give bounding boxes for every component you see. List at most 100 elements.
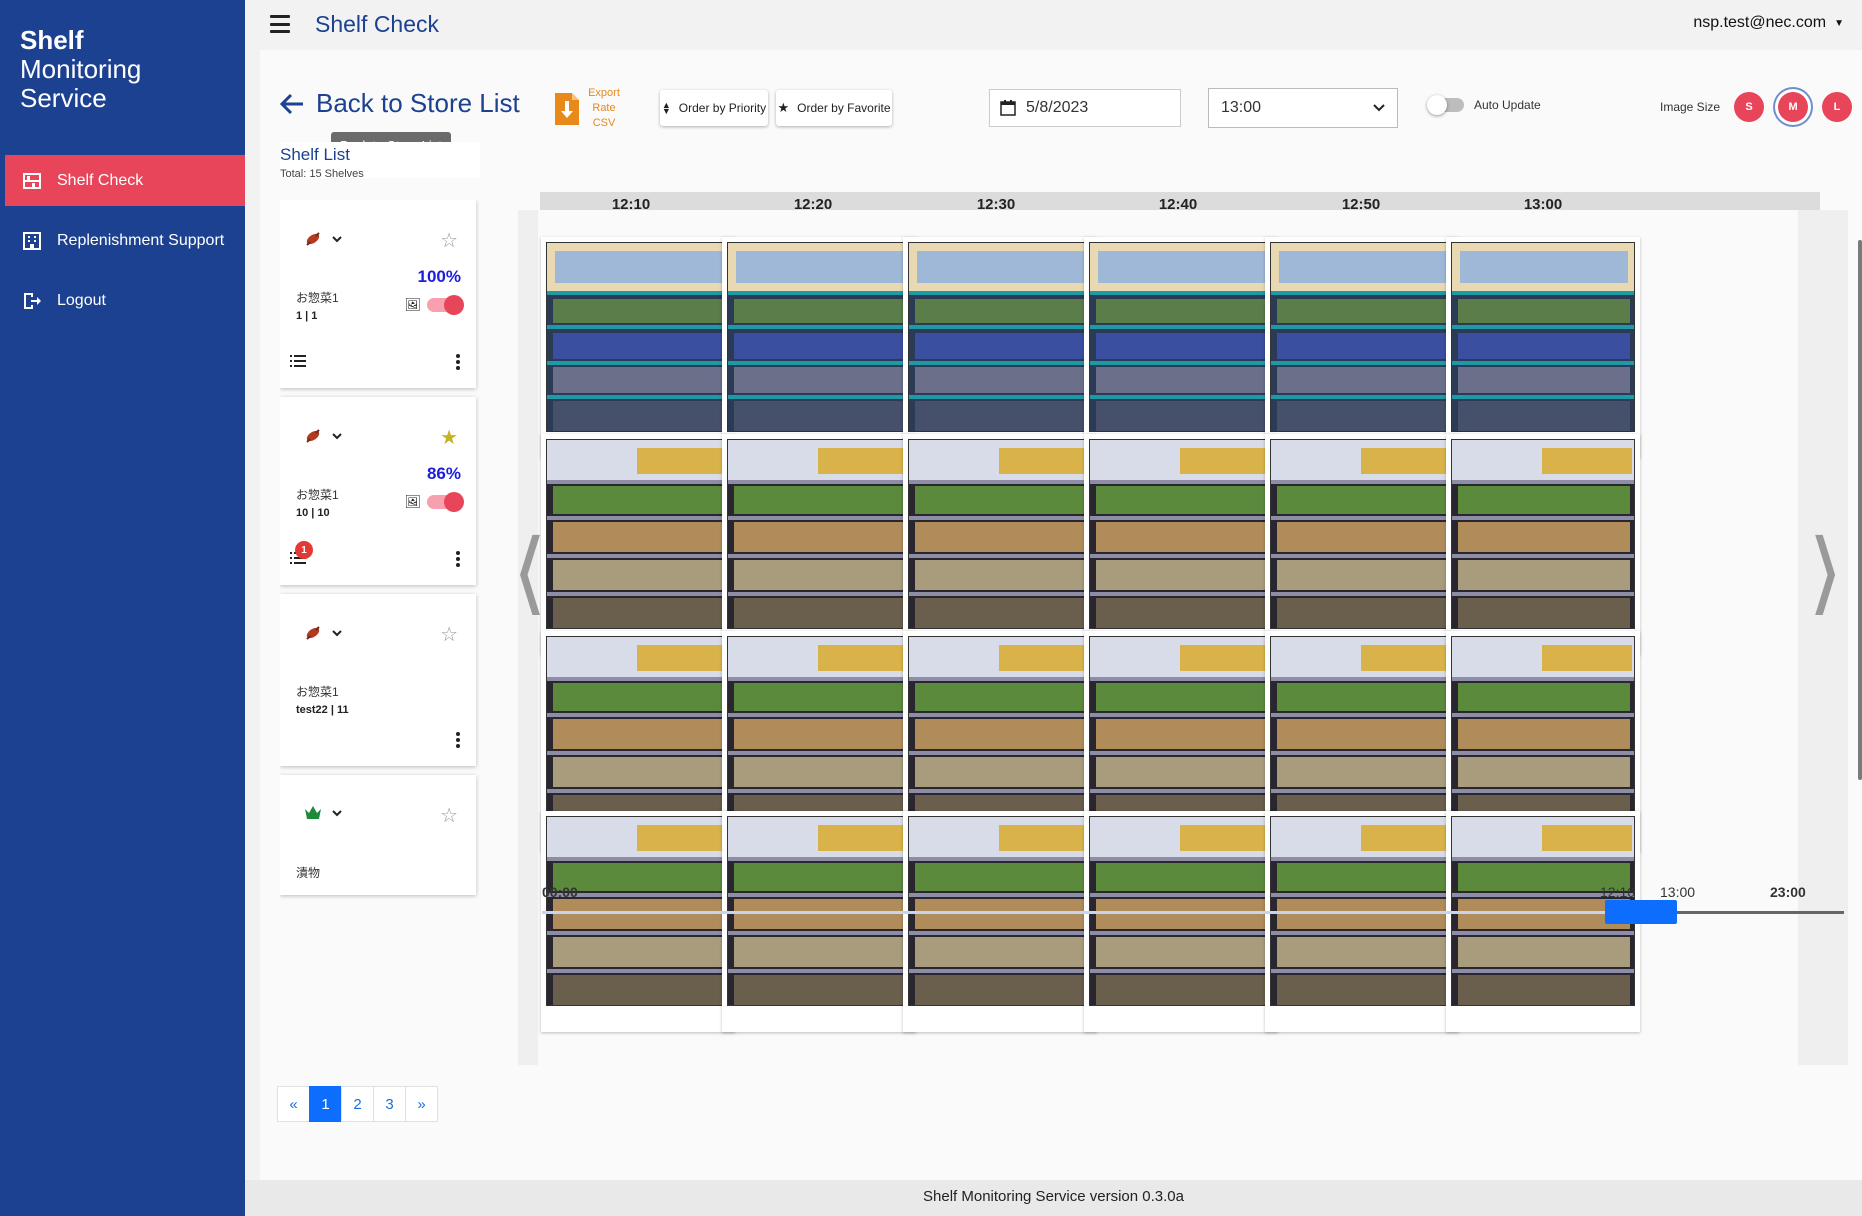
building-icon [21,230,43,252]
date-picker[interactable]: 5/8/2023 [989,89,1181,127]
chevron-left-icon[interactable]: ⟨ [518,520,547,625]
shelf-image-cell[interactable]: 100% [541,237,735,458]
shelf-photo [546,439,730,629]
page-title: Shelf Check [315,11,440,37]
export-rate-csv-button[interactable]: Export Rate CSV [555,86,625,131]
chevron-right-icon[interactable]: ⟩ [1808,520,1843,625]
shelf-photo-snack [1271,243,1453,431]
category-select[interactable] [304,427,342,445]
shelf-image-cell[interactable]: 85% [1265,434,1459,655]
shelf-photo [546,242,730,432]
category-select[interactable] [304,805,342,821]
favorite-star-icon[interactable]: ★ [440,425,458,450]
favorite-star-icon[interactable]: ☆ [440,803,458,828]
shelf-image-cell[interactable]: 100% [903,237,1097,458]
scrollbar[interactable] [1858,240,1862,780]
shelf-photo-drinks [1271,440,1453,628]
back-to-store-list-button[interactable]: Back to Store List [280,88,520,119]
shelf-card[interactable]: ☆ 100% 🖼 お惣菜1 1 | 1 [280,200,476,388]
shelf-photo [1270,242,1454,432]
shelf-card[interactable]: ☆ お惣菜1 test22 | 11 [280,594,476,766]
more-vert-icon[interactable] [456,551,460,567]
favorite-star-icon[interactable]: ☆ [440,622,458,647]
toggle-switch[interactable] [427,295,464,315]
size-m-button[interactable]: M [1778,92,1809,122]
hamburger-menu-icon[interactable] [270,15,290,33]
shelf-image-cell[interactable]: 100% [1265,237,1459,458]
brand-logo: Shelf Monitoring Service [20,26,230,113]
sausage-icon [306,429,320,443]
shelf-photo [1270,636,1454,826]
category-select[interactable] [304,624,342,642]
shelf-image-cell[interactable] [1084,811,1278,1032]
timeline-end: 23:00 [1770,884,1806,900]
shelf-image-cell[interactable]: 86% [1446,434,1640,655]
shelf-image-cell[interactable] [1265,811,1459,1032]
image-toggle[interactable]: 🖼 [404,295,464,315]
toggle-switch[interactable] [427,492,464,512]
order-by-favorite-button[interactable]: ★ Order by Favorite [776,90,892,126]
pagination-prev[interactable]: « [277,1086,310,1122]
shelf-photo-snack [909,243,1091,431]
timeline-track-remaining [1677,911,1844,914]
shelf-card[interactable]: ☆ 漬物 [280,775,476,895]
order-by-priority-button[interactable]: ▲ ▼ Order by Priority [660,90,768,126]
shelf-photo [727,242,911,432]
chevron-down-icon [332,432,342,439]
shelf-image-cell[interactable]: 91% [903,434,1097,655]
pagination-page-3[interactable]: 3 [373,1086,406,1122]
user-menu[interactable]: nsp.test@nec.com ▼ [1693,14,1844,32]
shelf-image-cell[interactable]: 100% [1446,237,1640,458]
shelf-photo [908,636,1092,826]
shelf-image-cell[interactable]: 100% [1084,237,1278,458]
more-vert-icon[interactable] [456,354,460,370]
list-icon[interactable] [290,354,306,368]
pagination-page-1[interactable]: 1 [309,1086,342,1122]
size-l-button[interactable]: L [1822,92,1853,122]
date-value: 5/8/2023 [1026,99,1089,116]
size-s-button[interactable]: S [1734,92,1765,122]
category-select[interactable] [304,230,342,248]
sidebar-item-label: Replenishment Support [57,231,225,249]
favorite-star-icon[interactable]: ☆ [440,228,458,253]
more-vert-icon[interactable] [456,732,460,748]
shelf-image-cell[interactable] [541,811,735,1032]
top-bar: Shelf Check nsp.test@nec.com ▼ [245,0,1862,50]
auto-update-toggle[interactable]: Auto Update [1427,95,1541,115]
shelf-image-cell[interactable] [903,811,1097,1032]
sidebar: Shelf Monitoring Service Shelf Check Rep… [0,0,245,1216]
shelf-name: お惣菜1 [296,488,339,502]
footer: Shelf Monitoring Service version 0.3.0a [245,1180,1862,1216]
export-line-1: Export [588,87,620,99]
shelf-photo [546,636,730,826]
auto-update-label: Auto Update [1474,98,1541,112]
shelf-photo-drinks [909,637,1091,825]
pagination-next[interactable]: » [405,1086,438,1122]
time-select[interactable]: 13:00 [1208,88,1398,128]
shelf-name: お惣菜1 [296,291,339,305]
shelf-image-cell[interactable]: 100% [722,237,916,458]
timeline-range-handle[interactable] [1605,900,1677,924]
pagination-page-2[interactable]: 2 [341,1086,374,1122]
shelf-image-cell[interactable] [722,811,916,1032]
image-toggle[interactable]: 🖼 [404,492,464,512]
shelf-card[interactable]: ★ 86% 🖼 お惣菜1 10 | 10 1 [280,397,476,585]
shelf-rate: 86% [426,464,461,483]
sidebar-item-shelf-check[interactable]: Shelf Check [5,155,245,206]
shelf-image-cell[interactable]: 91% [541,434,735,655]
sidebar-item-replenishment-support[interactable]: Replenishment Support [5,215,245,266]
sort-icon: ▲ ▼ [661,100,671,116]
export-line-2: Rate [592,102,616,114]
shelf-photo-drinks [1452,637,1634,825]
chevron-down-icon [1373,104,1385,112]
shelf-photo-snack [1090,243,1272,431]
chevron-down-icon: ▼ [1834,17,1844,29]
toggle-switch[interactable] [1427,95,1464,115]
sausage-icon [306,626,320,640]
shelf-photo-snack [1452,243,1634,431]
shelf-name: お惣菜1 [296,685,339,699]
shelf-image-cell[interactable]: 91% [1084,434,1278,655]
shelf-image-cell[interactable]: 91% [722,434,916,655]
sidebar-item-logout[interactable]: Logout [5,275,245,326]
shelf-photo-drinks [1090,440,1272,628]
